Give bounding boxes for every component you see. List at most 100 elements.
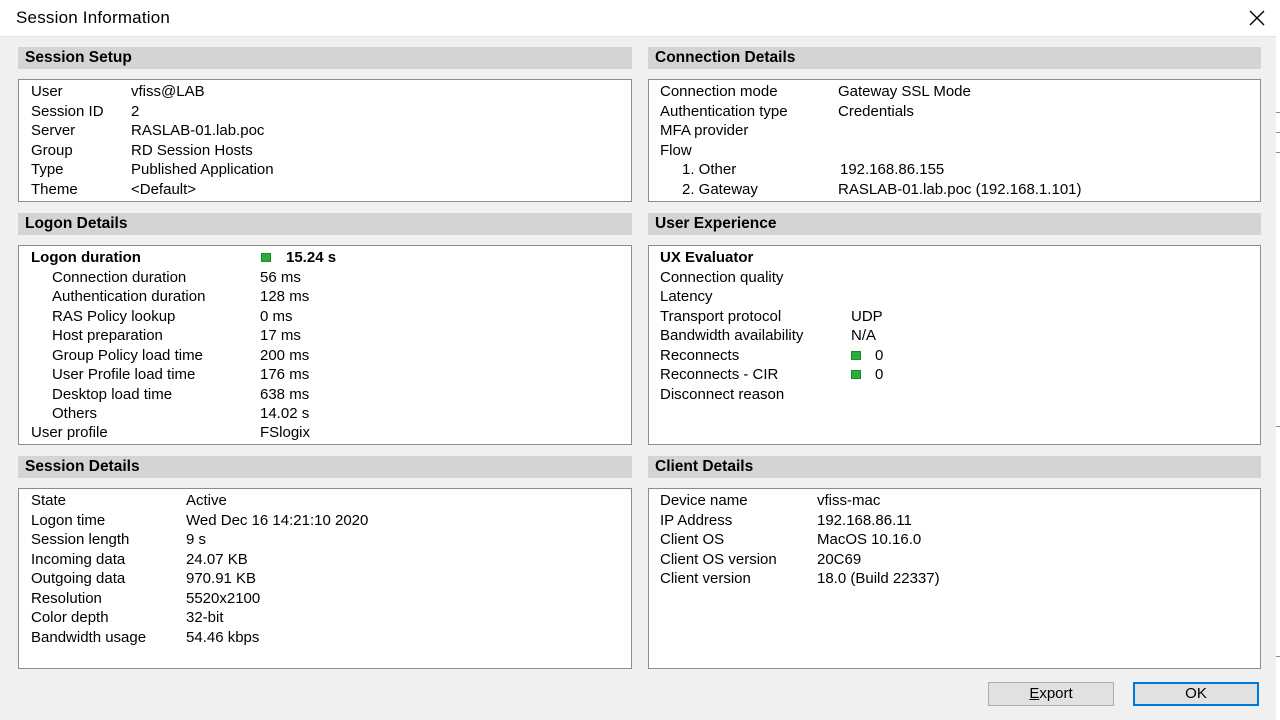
connection-flow-row: 1. Other 192.168.86.155	[649, 160, 1260, 180]
session-detail-row: Color depth 32-bit	[19, 608, 631, 628]
field-value: 200 ms	[260, 347, 310, 364]
field-label: Connection duration	[52, 269, 187, 286]
field-value: Credentials	[838, 103, 914, 120]
field-label: Session length	[31, 531, 130, 548]
logon-detail-row: Desktop load time 638 ms	[19, 385, 631, 405]
field-value: Active	[186, 492, 227, 509]
field-label: Latency	[660, 288, 713, 305]
field-label: Logon time	[31, 512, 106, 529]
logon-duration-label: Logon duration	[31, 249, 141, 266]
ux-row: Reconnects 0	[649, 346, 1260, 366]
field-value: 5520x2100	[186, 590, 261, 607]
field-value: 970.91 KB	[186, 570, 257, 587]
export-mnemonic: E	[1029, 685, 1040, 702]
user-experience-panel: UX Evaluator Connection quality Latency …	[648, 245, 1261, 445]
status-indicator	[851, 370, 861, 379]
field-value: RD Session Hosts	[131, 142, 253, 159]
field-value: 32-bit	[186, 609, 224, 626]
field-value: 54.46 kbps	[186, 629, 260, 646]
field-label: Group Policy load time	[52, 347, 203, 364]
field-value: 176 ms	[260, 366, 310, 383]
field-value: 0	[875, 347, 884, 364]
field-label: Device name	[660, 492, 748, 509]
logon-detail-row: Connection duration 56 ms	[19, 268, 631, 288]
field-label: Server	[31, 122, 76, 139]
field-value: Gateway SSL Mode	[838, 83, 971, 100]
logon-detail-row: Group Policy load time 200 ms	[19, 346, 631, 366]
section-header-session-details: Session Details	[18, 456, 632, 478]
logon-duration-value: 15.24 s	[286, 249, 337, 266]
connection-flow-row: 2. Gateway RASLAB-01.lab.poc (192.168.1.1…	[649, 180, 1260, 200]
field-value: 20C69	[817, 551, 862, 568]
section-header-session-setup: Session Setup	[18, 47, 632, 69]
status-indicator	[261, 253, 271, 262]
field-label: Client OS	[660, 531, 725, 548]
field-value: RASLAB-01.lab.poc (192.168.1.101)	[838, 181, 1082, 198]
field-label: Type	[31, 161, 64, 178]
close-button[interactable]	[1234, 0, 1280, 36]
logon-duration-row: Logon duration 15.24 s	[19, 248, 631, 268]
connection-row: Connection mode Gateway SSL Mode	[649, 82, 1260, 102]
field-value: Published Application	[131, 161, 274, 178]
ux-row: Latency	[649, 287, 1260, 307]
session-setup-row: Server RASLAB-01.lab.poc	[19, 121, 631, 141]
ok-button[interactable]: OK	[1133, 682, 1259, 706]
field-label: Session ID	[31, 103, 104, 120]
field-value: 0 ms	[260, 308, 293, 325]
client-details-panel: Device name vfiss-mac IP Address 192.168.8…	[648, 488, 1261, 669]
session-detail-row: Session length 9 s	[19, 530, 631, 550]
export-button[interactable]: Export	[988, 682, 1114, 706]
session-setup-row: User vfiss@LAB	[19, 82, 631, 102]
connection-row: Authentication type Credentials	[649, 102, 1260, 122]
field-label: Desktop load time	[52, 386, 173, 403]
client-detail-row: Device name vfiss-mac	[649, 491, 1260, 511]
session-setup-row: Session ID 2	[19, 102, 631, 122]
field-value: 24.07 KB	[186, 551, 248, 568]
connection-details-panel: Connection mode Gateway SSL Mode Authenti…	[648, 79, 1261, 202]
field-label: Reconnects - CIR	[660, 366, 779, 383]
session-information-dialog: Session Information Session Setup User vf…	[0, 0, 1280, 720]
field-label: 2. Gateway	[682, 181, 758, 198]
field-value: Wed Dec 16 14:21:10 2020	[186, 512, 369, 529]
field-label: Flow	[660, 142, 692, 159]
field-value: 638 ms	[260, 386, 310, 403]
logon-detail-row: RAS Policy lookup 0 ms	[19, 307, 631, 327]
session-detail-row: Incoming data 24.07 KB	[19, 550, 631, 570]
ux-row: Transport protocol UDP	[649, 307, 1260, 327]
field-value: 9 s	[186, 531, 207, 548]
session-detail-row: Resolution 5520x2100	[19, 589, 631, 609]
logon-details-panel: Logon duration 15.24 s Connection durati…	[18, 245, 632, 445]
export-label-rest: xport	[1039, 685, 1073, 702]
close-icon	[1249, 10, 1265, 26]
section-header-logon-details: Logon Details	[18, 213, 632, 235]
window-title: Session Information	[16, 8, 171, 27]
field-label: IP Address	[660, 512, 733, 529]
field-value: vfiss@LAB	[131, 83, 205, 100]
logon-detail-row: Host preparation 17 ms	[19, 326, 631, 346]
user-profile-row: User profile FSlogix	[19, 423, 631, 443]
field-value: MacOS 10.16.0	[817, 531, 922, 548]
session-setup-row: Type Published Application	[19, 160, 631, 180]
field-value: <Default>	[131, 181, 197, 198]
field-label: Connection quality	[660, 269, 784, 286]
field-value: 128 ms	[260, 288, 310, 305]
section-header-user-experience: User Experience	[648, 213, 1261, 235]
session-detail-row: Outgoing data 970.91 KB	[19, 569, 631, 589]
heading-text: UX Evaluator	[660, 249, 754, 266]
field-value: 0	[875, 366, 884, 383]
field-label: User profile	[31, 424, 108, 441]
field-value: N/A	[851, 327, 877, 344]
field-label: Authentication duration	[52, 288, 206, 305]
logon-detail-row: User Profile load time 176 ms	[19, 365, 631, 385]
field-value: 14.02 s	[260, 405, 310, 422]
field-label: 1. Other	[682, 161, 737, 178]
field-value: FSlogix	[260, 424, 311, 441]
connection-row: Flow	[649, 141, 1260, 161]
field-value: 18.0 (Build 22337)	[817, 570, 940, 587]
field-label: Disconnect reason	[660, 386, 785, 403]
field-value: RASLAB-01.lab.poc	[131, 122, 265, 139]
field-label: User	[31, 83, 63, 100]
field-label: Bandwidth usage	[31, 629, 147, 646]
field-label: Reconnects	[660, 347, 740, 364]
field-value: 56 ms	[260, 269, 301, 286]
